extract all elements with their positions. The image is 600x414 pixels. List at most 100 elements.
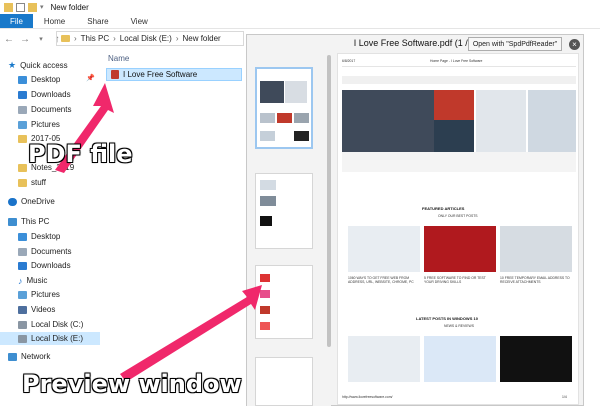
- article-title: 5 FREE SOFTWARE TO FIND OR TEST YOUR DRI…: [424, 276, 486, 284]
- properties-icon[interactable]: [16, 2, 25, 12]
- drive-icon: [18, 334, 27, 343]
- pin-icon[interactable]: 📌: [86, 74, 95, 82]
- thumbnail-scrollbar[interactable]: [327, 55, 331, 347]
- sidebar-item-label: Network: [21, 352, 51, 361]
- folder-icon: [18, 134, 27, 143]
- navigation-pane: ★ Quick access Desktop 📌 Downloads Docum…: [0, 50, 100, 414]
- article-title: 10 FREE TEMPORARY EMAIL ADDRESS TO RECEI…: [500, 276, 570, 284]
- file-item[interactable]: I Love Free Software: [106, 68, 242, 81]
- folder-icon: [18, 178, 27, 187]
- sidebar-item-documents[interactable]: Documents: [18, 103, 71, 116]
- sidebar-item-label: Pictures: [31, 290, 60, 299]
- computer-icon: [8, 217, 17, 226]
- sidebar-item-label: Documents: [31, 247, 72, 256]
- sidebar-item-videos[interactable]: Videos: [18, 303, 55, 316]
- sidebar-item-label: Quick access: [20, 61, 68, 70]
- tab-view[interactable]: View: [120, 14, 159, 28]
- sidebar-item-pc-desktop[interactable]: Desktop: [18, 230, 60, 243]
- sidebar-item-label: Downloads: [31, 261, 71, 270]
- tab-file[interactable]: File: [0, 14, 33, 28]
- page-thumbnail[interactable]: [255, 265, 313, 339]
- page-thumbnail[interactable]: [255, 173, 313, 249]
- tab-home[interactable]: Home: [33, 14, 76, 28]
- sidebar-item-label: This PC: [21, 217, 50, 226]
- page-thumbnail[interactable]: [255, 357, 313, 406]
- sidebar-item-label: Pictures: [31, 120, 60, 129]
- sidebar-item-desktop[interactable]: Desktop: [18, 73, 60, 86]
- drive-icon: [18, 320, 27, 329]
- title-bar: ▾ New folder: [0, 0, 600, 14]
- folder-icon: [61, 35, 70, 42]
- page-url: http://www.ilovefreesoftware.com/: [342, 395, 393, 399]
- cloud-icon: [8, 197, 17, 206]
- pictures-icon: [18, 290, 27, 299]
- sidebar-item-music[interactable]: ♪ Music: [18, 274, 47, 287]
- page-thumbnails: [247, 53, 331, 406]
- sidebar-item-label: stuff: [31, 178, 46, 187]
- sidebar-item-local-disk-e[interactable]: Local Disk (E:): [0, 332, 100, 345]
- sidebar-item-this-pc[interactable]: This PC: [8, 215, 49, 228]
- tab-share[interactable]: Share: [76, 14, 119, 28]
- sidebar-item-label: Desktop: [31, 232, 61, 241]
- documents-icon: [18, 247, 27, 256]
- sidebar-item-local-disk-c[interactable]: Local Disk (C:): [18, 318, 83, 331]
- file-list: Name I Love Free Software: [100, 50, 247, 414]
- recent-dropdown-icon[interactable]: ▾: [36, 35, 46, 43]
- preview-window-callout: Preview window: [22, 370, 242, 398]
- pictures-icon: [18, 120, 27, 129]
- new-folder-icon[interactable]: [28, 2, 37, 12]
- sidebar-item-stuff[interactable]: stuff: [18, 176, 46, 189]
- sidebar-item-label: Local Disk (E:): [31, 334, 84, 343]
- latest-subheading: NEWS & REVIEWS: [444, 324, 474, 328]
- sidebar-item-network[interactable]: Network: [8, 350, 50, 363]
- page-thumbnail[interactable]: [255, 67, 313, 149]
- sidebar-item-pc-documents[interactable]: Documents: [18, 245, 71, 258]
- folder-icon: [18, 163, 27, 172]
- chevron-right-icon: ›: [113, 34, 116, 43]
- pdf-file-icon: [111, 70, 119, 79]
- article-title: 1060 WAYS TO GET FREE WEB FROM ADDRESS, …: [348, 276, 414, 284]
- sidebar-item-quick-access[interactable]: ★ Quick access: [8, 59, 68, 72]
- sidebar-item-downloads[interactable]: Downloads: [18, 88, 71, 101]
- download-icon: [18, 90, 27, 99]
- back-arrow-icon[interactable]: ←: [4, 34, 14, 45]
- ribbon: File Home Share View: [0, 14, 600, 29]
- music-icon: ♪: [18, 275, 23, 286]
- open-with-button[interactable]: Open with "SpdPdfReader": [468, 37, 562, 51]
- column-header-name[interactable]: Name: [108, 54, 129, 63]
- documents-icon: [18, 105, 27, 114]
- star-icon: ★: [8, 60, 17, 70]
- page-site-title: Home Page - I Love Free Software: [430, 59, 483, 63]
- featured-subheading: ONLY OUR BEST POSTS: [438, 214, 478, 218]
- sidebar-item-label: Videos: [31, 305, 56, 314]
- sidebar-item-label: OneDrive: [21, 197, 55, 206]
- sidebar-item-pictures[interactable]: Pictures: [18, 118, 60, 131]
- breadcrumb-new-folder[interactable]: New folder: [182, 34, 220, 43]
- sidebar-item-label: Documents: [31, 105, 72, 114]
- network-icon: [8, 352, 17, 361]
- download-icon: [18, 261, 27, 270]
- close-icon[interactable]: ×: [569, 39, 580, 50]
- window-title: New folder: [50, 2, 89, 12]
- sidebar-item-label: Music: [26, 276, 48, 285]
- file-name: I Love Free Software: [123, 70, 198, 79]
- address-bar[interactable]: › This PC › Local Disk (E:) › New folder: [56, 31, 244, 46]
- sidebar-item-onedrive[interactable]: OneDrive: [8, 195, 55, 208]
- pdf-page-preview: 6/8/2017 Home Page - I Love Free Softwar…: [337, 53, 579, 405]
- featured-heading: FEATURED ARTICLES: [422, 206, 465, 211]
- forward-arrow-icon[interactable]: →: [20, 34, 30, 45]
- sidebar-item-pc-downloads[interactable]: Downloads: [18, 259, 71, 272]
- page-number: 1/4: [562, 395, 567, 399]
- chevron-right-icon: ›: [175, 34, 179, 43]
- latest-heading: LATEST POSTS IN WINDOWS 10: [416, 316, 478, 321]
- preview-pane: I Love Free Software.pdf (1 / 4) Open wi…: [246, 34, 584, 406]
- sidebar-item-pc-pictures[interactable]: Pictures: [18, 288, 60, 301]
- breadcrumb-this-pc[interactable]: This PC: [81, 34, 109, 43]
- chevron-right-icon: ›: [74, 34, 77, 43]
- quick-access-toolbar-dropdown-icon[interactable]: ▾: [40, 3, 44, 11]
- breadcrumb-local-disk-e[interactable]: Local Disk (E:): [120, 34, 172, 43]
- sidebar-item-label: Desktop: [31, 75, 61, 84]
- desktop-icon: [18, 75, 27, 84]
- sidebar-item-label: Downloads: [31, 90, 71, 99]
- videos-icon: [18, 305, 27, 314]
